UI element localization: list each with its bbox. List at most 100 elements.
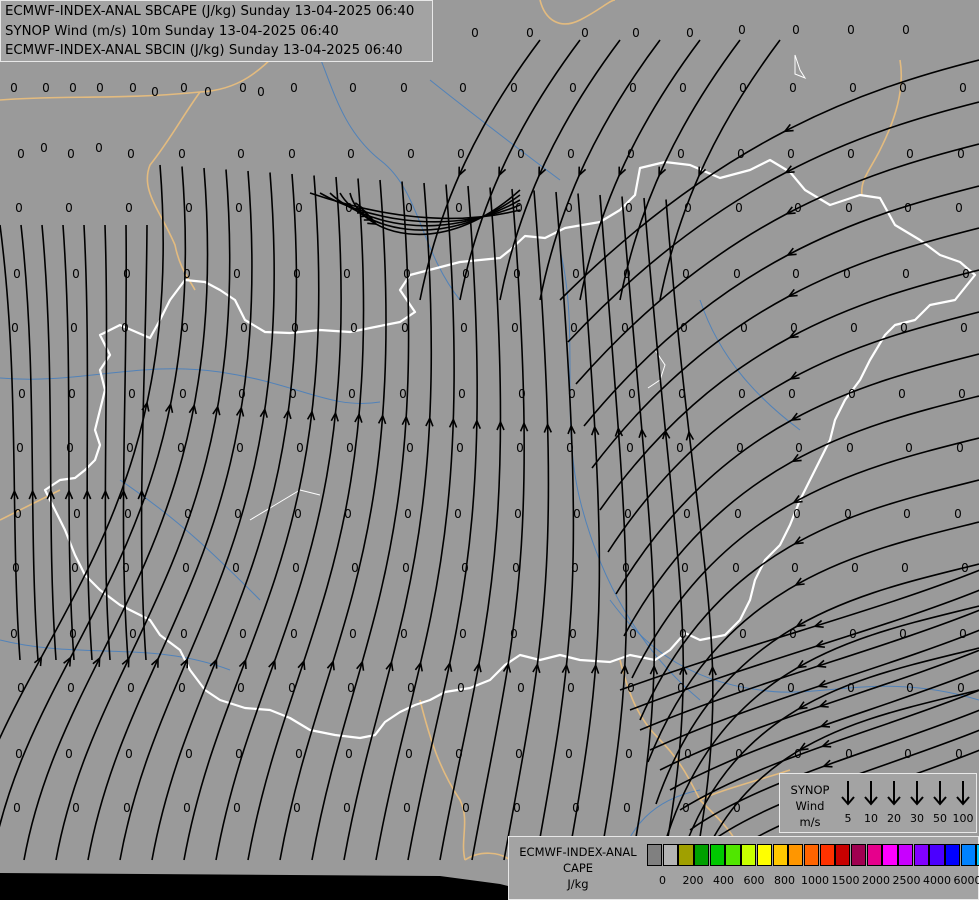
cape-color-swatch <box>756 844 772 866</box>
grid-value-label: 0 <box>128 387 136 401</box>
grid-value-label: 0 <box>257 85 265 99</box>
grid-value-label: 0 <box>676 441 684 455</box>
grid-value-label: 0 <box>291 321 299 335</box>
cape-color-swatch <box>866 844 882 866</box>
grid-value-label: 0 <box>406 441 414 455</box>
grid-value-label: 0 <box>848 387 856 401</box>
grid-value-label: 0 <box>182 561 190 575</box>
grid-value-label: 0 <box>846 441 854 455</box>
grid-value-label: 0 <box>70 321 78 335</box>
grid-value-label: 0 <box>343 267 351 281</box>
grid-value-label: 0 <box>571 561 579 575</box>
grid-value-label: 0 <box>455 747 463 761</box>
grid-value-label: 0 <box>899 81 907 95</box>
grid-value-label: 0 <box>65 747 73 761</box>
grid-value-label: 0 <box>902 267 910 281</box>
grid-value-label: 0 <box>403 267 411 281</box>
grid-value-label: 0 <box>684 201 692 215</box>
wind-arrow-icon <box>933 781 947 806</box>
grid-value-label: 0 <box>850 321 858 335</box>
grid-value-label: 0 <box>293 801 301 815</box>
grid-value-label: 0 <box>787 147 795 161</box>
grid-value-label: 0 <box>184 507 192 521</box>
grid-value-label: 0 <box>127 147 135 161</box>
grid-value-label: 0 <box>629 627 637 641</box>
grid-value-label: 0 <box>345 201 353 215</box>
cape-tick-label: 1500 <box>831 874 860 887</box>
grid-value-label: 0 <box>178 681 186 695</box>
grid-value-label: 0 <box>204 85 212 99</box>
grid-value-label: 0 <box>573 507 581 521</box>
cape-tick-label: 2500 <box>892 874 921 887</box>
cape-tick-label: 800 <box>774 874 795 887</box>
grid-value-label: 0 <box>516 441 524 455</box>
title-line-wind: SYNOP Wind (m/s) 10m Sunday 13-04-2025 0… <box>5 23 339 39</box>
wind-streamline-map: 0 0 0 0 0 0 0 0 0 0 0 0 0 0 0 0 0 0 0 0 0 0 0 0 0 0 0 0 0 0 0 0 0 0 0 0 0 0 0 0… <box>0 0 979 900</box>
grid-value-label: 0 <box>237 681 245 695</box>
grid-value-label: 0 <box>10 627 18 641</box>
cape-color-swatch <box>960 844 976 866</box>
grid-value-label: 0 <box>293 267 301 281</box>
grid-value-label: 0 <box>681 561 689 575</box>
grid-value-label: 0 <box>238 387 246 401</box>
cape-color-swatch <box>913 844 929 866</box>
grid-value-label: 0 <box>403 801 411 815</box>
grid-value-label: 0 <box>348 387 356 401</box>
grid-value-label: 0 <box>572 801 580 815</box>
grid-value-label: 0 <box>626 441 634 455</box>
grid-value-label: 0 <box>71 561 79 575</box>
grid-value-label: 0 <box>185 747 193 761</box>
wind-arrow-icon <box>910 781 924 806</box>
grid-value-label: 0 <box>288 147 296 161</box>
grid-value-label: 0 <box>346 441 354 455</box>
grid-value-label: 0 <box>66 441 74 455</box>
grid-value-label: 0 <box>732 561 740 575</box>
wind-arrow-icon <box>956 781 970 806</box>
grid-value-label: 0 <box>792 23 800 37</box>
grid-value-label: 0 <box>849 627 857 641</box>
grid-value-label: 0 <box>902 23 910 37</box>
title-line-cin: ECMWF-INDEX-ANAL SBCIN (J/kg) Sunday 13-… <box>5 43 403 58</box>
grid-value-label: 0 <box>790 321 798 335</box>
grid-value-label: 0 <box>686 26 694 40</box>
grid-value-label: 0 <box>733 801 741 815</box>
grid-value-label: 0 <box>232 561 240 575</box>
grid-value-label: 0 <box>95 141 103 155</box>
grid-value-label: 0 <box>67 147 75 161</box>
grid-value-label: 0 <box>457 147 465 161</box>
wind-legend: SYNOP Wind m/s 5 10 20 30 50 100 <box>779 773 977 833</box>
grid-value-label: 0 <box>72 801 80 815</box>
grid-value-label: 0 <box>121 321 129 335</box>
grid-value-label: 0 <box>12 561 20 575</box>
grid-value-label: 0 <box>513 267 521 281</box>
wind-legend-value: 100 <box>952 812 974 825</box>
grid-value-label: 0 <box>569 81 577 95</box>
grid-value-label: 0 <box>789 81 797 95</box>
grid-value-label: 0 <box>682 801 690 815</box>
grid-value-label: 0 <box>125 747 133 761</box>
grid-value-label: 0 <box>178 147 186 161</box>
grid-value-label: 0 <box>847 147 855 161</box>
grid-value-label: 0 <box>126 441 134 455</box>
grid-value-label: 0 <box>400 627 408 641</box>
grid-value-label: 0 <box>185 201 193 215</box>
wind-legend-title-line: SYNOP <box>790 783 830 797</box>
grid-value-label: 0 <box>510 81 518 95</box>
grid-value-label: 0 <box>129 627 137 641</box>
grid-value-label: 0 <box>343 801 351 815</box>
grid-value-label: 0 <box>349 81 357 95</box>
grid-value-label: 0 <box>460 321 468 335</box>
cape-color-swatch <box>850 844 867 866</box>
grid-value-label: 0 <box>462 267 470 281</box>
grid-value-label: 0 <box>627 147 635 161</box>
grid-value-label: 0 <box>457 681 465 695</box>
grid-value-label: 0 <box>515 747 523 761</box>
grid-value-label: 0 <box>898 387 906 401</box>
no-data-area <box>0 873 508 900</box>
grid-value-label: 0 <box>735 201 743 215</box>
grid-value-label: 0 <box>15 747 23 761</box>
grid-value-label: 0 <box>733 267 741 281</box>
grid-value-label: 0 <box>233 801 241 815</box>
grid-value-label: 0 <box>72 267 80 281</box>
grid-value-label: 0 <box>68 387 76 401</box>
